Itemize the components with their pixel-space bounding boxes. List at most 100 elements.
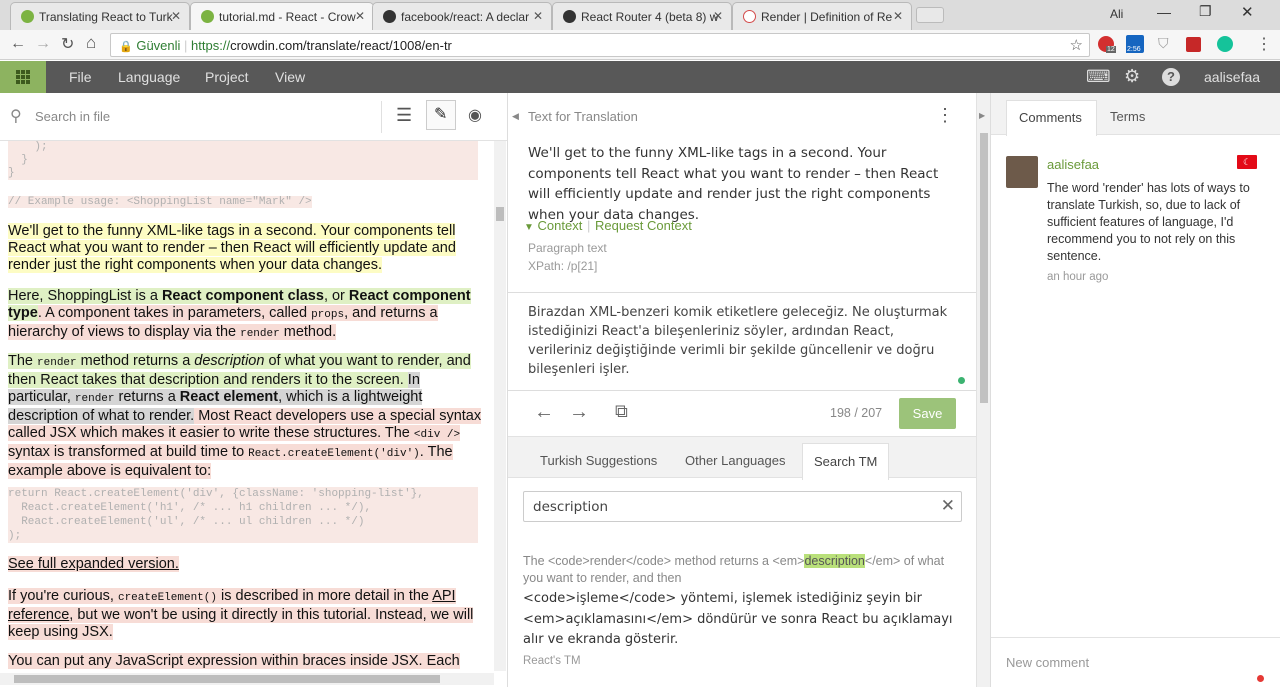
new-comment-input[interactable]: New comment <box>1006 655 1089 670</box>
more-options-icon[interactable]: ⋮ <box>936 105 954 126</box>
text-run: The <box>8 353 38 369</box>
apps-grid-button[interactable] <box>0 61 46 93</box>
expand-right-icon[interactable]: ▶ <box>979 111 985 120</box>
translation-textarea[interactable]: Birazdan XML-benzeri komik etiketlere ge… <box>528 303 958 379</box>
back-icon[interactable]: ← <box>10 35 26 53</box>
tab-title: Render | Definition of Re <box>761 10 893 24</box>
context-type: Paragraph text <box>528 241 607 255</box>
vertical-scrollbar[interactable] <box>494 141 506 671</box>
tm-target-match[interactable]: <code>işleme</code> yöntemi, işlemek ist… <box>523 589 963 651</box>
window-close-icon[interactable]: ✕ <box>1241 3 1254 21</box>
tab-turkish-suggestions[interactable]: Turkish Suggestions <box>540 453 657 468</box>
help-icon[interactable]: ? <box>1162 68 1180 86</box>
browser-tab[interactable]: Render | Definition of Re ✕ <box>732 2 912 30</box>
horizontal-scrollbar[interactable] <box>0 673 494 685</box>
menu-project[interactable]: Project <box>205 69 249 85</box>
settings-gear-icon[interactable]: ⚙ <box>1124 66 1140 87</box>
clear-search-icon[interactable]: ✕ <box>941 496 955 516</box>
tm-search-input[interactable]: description ✕ <box>523 491 962 522</box>
code-line: ); <box>8 530 22 542</box>
tab-terms[interactable]: Terms <box>1110 109 1145 124</box>
scrollbar-thumb[interactable] <box>14 675 440 683</box>
tm-source-match: The <code>render</code> method returns a… <box>523 553 963 587</box>
tm-origin: React's TM <box>523 655 581 667</box>
scrollbar-thumb[interactable] <box>980 133 988 403</box>
grammarly-icon[interactable] <box>1217 36 1233 52</box>
editor-scrollbar[interactable]: ▶ <box>976 93 990 687</box>
tab-label: Comments <box>1019 110 1082 125</box>
home-icon[interactable]: ⌂ <box>86 33 96 53</box>
new-tab-button[interactable] <box>916 7 944 23</box>
inline-code: createElement() <box>117 592 217 604</box>
bookmark-star-icon[interactable]: ☆ <box>1070 36 1083 54</box>
source-paragraph-current[interactable]: We'll get to the funny XML-like tags in … <box>8 223 486 274</box>
crowdin-favicon-icon <box>21 10 34 23</box>
menu-file[interactable]: File <box>69 69 92 85</box>
chrome-menu-icon[interactable]: ⋮ <box>1256 34 1272 54</box>
avatar <box>1006 156 1038 188</box>
github-favicon-icon <box>563 10 576 23</box>
text-run: , but we won't be using it directly in t… <box>8 607 474 640</box>
username-menu[interactable]: aalisefaa <box>1204 69 1260 85</box>
comments-tabs: Comments Terms <box>991 93 1280 136</box>
grid-icon <box>16 70 30 84</box>
text-run: syntax is transformed at build time to <box>8 444 249 460</box>
tab-label: Search TM <box>814 454 878 469</box>
search-value: description <box>533 499 609 515</box>
restore-icon[interactable]: ❐ <box>1199 3 1212 20</box>
inline-code: render <box>74 393 115 405</box>
tab-close-icon[interactable]: ✕ <box>713 9 723 23</box>
context-label: Context <box>537 218 583 233</box>
menu-language[interactable]: Language <box>118 69 180 85</box>
scrollbar-thumb[interactable] <box>496 207 504 221</box>
code-block: return React.createElement('div', {class… <box>8 487 478 543</box>
list-view-icon[interactable]: ☰ <box>396 105 412 126</box>
forward-icon[interactable]: → <box>35 35 51 53</box>
search-in-file-input[interactable]: Search in file <box>35 109 110 124</box>
reload-icon[interactable]: ↻ <box>61 34 74 54</box>
keyboard-icon[interactable]: ⌨ <box>1086 67 1111 87</box>
address-bar[interactable]: 🔒 Güvenli | https://crowdin.com/translat… <box>110 33 1090 57</box>
text-run: Here, ShoppingList is a <box>8 288 162 304</box>
pdf-extension-icon[interactable] <box>1186 37 1201 52</box>
collapse-left-icon[interactable]: ◀ <box>512 111 519 122</box>
edit-mode-button[interactable]: ✎ <box>426 100 456 130</box>
tab-close-icon[interactable]: ✕ <box>893 9 903 23</box>
caret-down-icon: ▼ <box>524 222 534 233</box>
next-string-arrow-icon[interactable]: → <box>569 401 589 424</box>
crowdin-favicon-icon <box>201 10 214 23</box>
context-toggle[interactable]: ▼ Context <box>524 218 582 233</box>
comment-author[interactable]: aalisefaa <box>1047 157 1099 172</box>
source-paragraph[interactable]: Here, ShoppingList is a React component … <box>8 288 486 343</box>
previous-string-arrow-icon[interactable]: ← <box>534 401 554 424</box>
tab-close-icon[interactable]: ✕ <box>355 9 365 23</box>
tab-comments[interactable]: Comments <box>1006 100 1097 136</box>
shield-extension-icon[interactable]: ⛉ <box>1158 35 1169 52</box>
text-run: React element <box>179 389 279 405</box>
request-context-link[interactable]: Request Context <box>595 218 692 233</box>
profile-label[interactable]: Ali <box>1110 7 1123 21</box>
browser-tab-active[interactable]: tutorial.md - React - Crow ✕ <box>190 2 374 30</box>
inline-code: render <box>37 357 77 369</box>
tab-other-languages[interactable]: Other Languages <box>685 453 785 468</box>
inline-code: React.createElement('div') <box>248 448 420 460</box>
browser-tab[interactable]: facebook/react: A declar ✕ <box>372 2 552 30</box>
text-run: method returns a <box>76 353 195 369</box>
save-button[interactable]: Save <box>899 398 956 429</box>
tab-search-tm[interactable]: Search TM <box>802 443 889 480</box>
browser-tab[interactable]: Translating React to Turk ✕ <box>10 2 190 30</box>
minimize-icon[interactable]: — <box>1157 4 1171 20</box>
extension-badge: 12 <box>1106 46 1116 53</box>
tab-close-icon[interactable]: ✕ <box>171 9 181 23</box>
preview-eye-icon[interactable]: ◉ <box>468 105 482 125</box>
expanded-version-link[interactable]: See full expanded version. <box>8 556 179 572</box>
source-paragraph[interactable]: See full expanded version. <box>8 556 486 573</box>
source-paragraph[interactable]: The render method returns a description … <box>8 353 486 480</box>
browser-tab[interactable]: React Router 4 (beta 8) w ✕ <box>552 2 732 30</box>
copy-source-icon[interactable]: ⧉ <box>615 401 628 422</box>
menu-view[interactable]: View <box>275 69 305 85</box>
source-paragraph[interactable]: If you're curious, createElement() is de… <box>8 588 486 641</box>
source-paragraph[interactable]: You can put any JavaScript expression wi… <box>8 653 486 670</box>
tab-close-icon[interactable]: ✕ <box>533 9 543 23</box>
text-run: . A component takes in parameters, calle… <box>37 305 312 321</box>
